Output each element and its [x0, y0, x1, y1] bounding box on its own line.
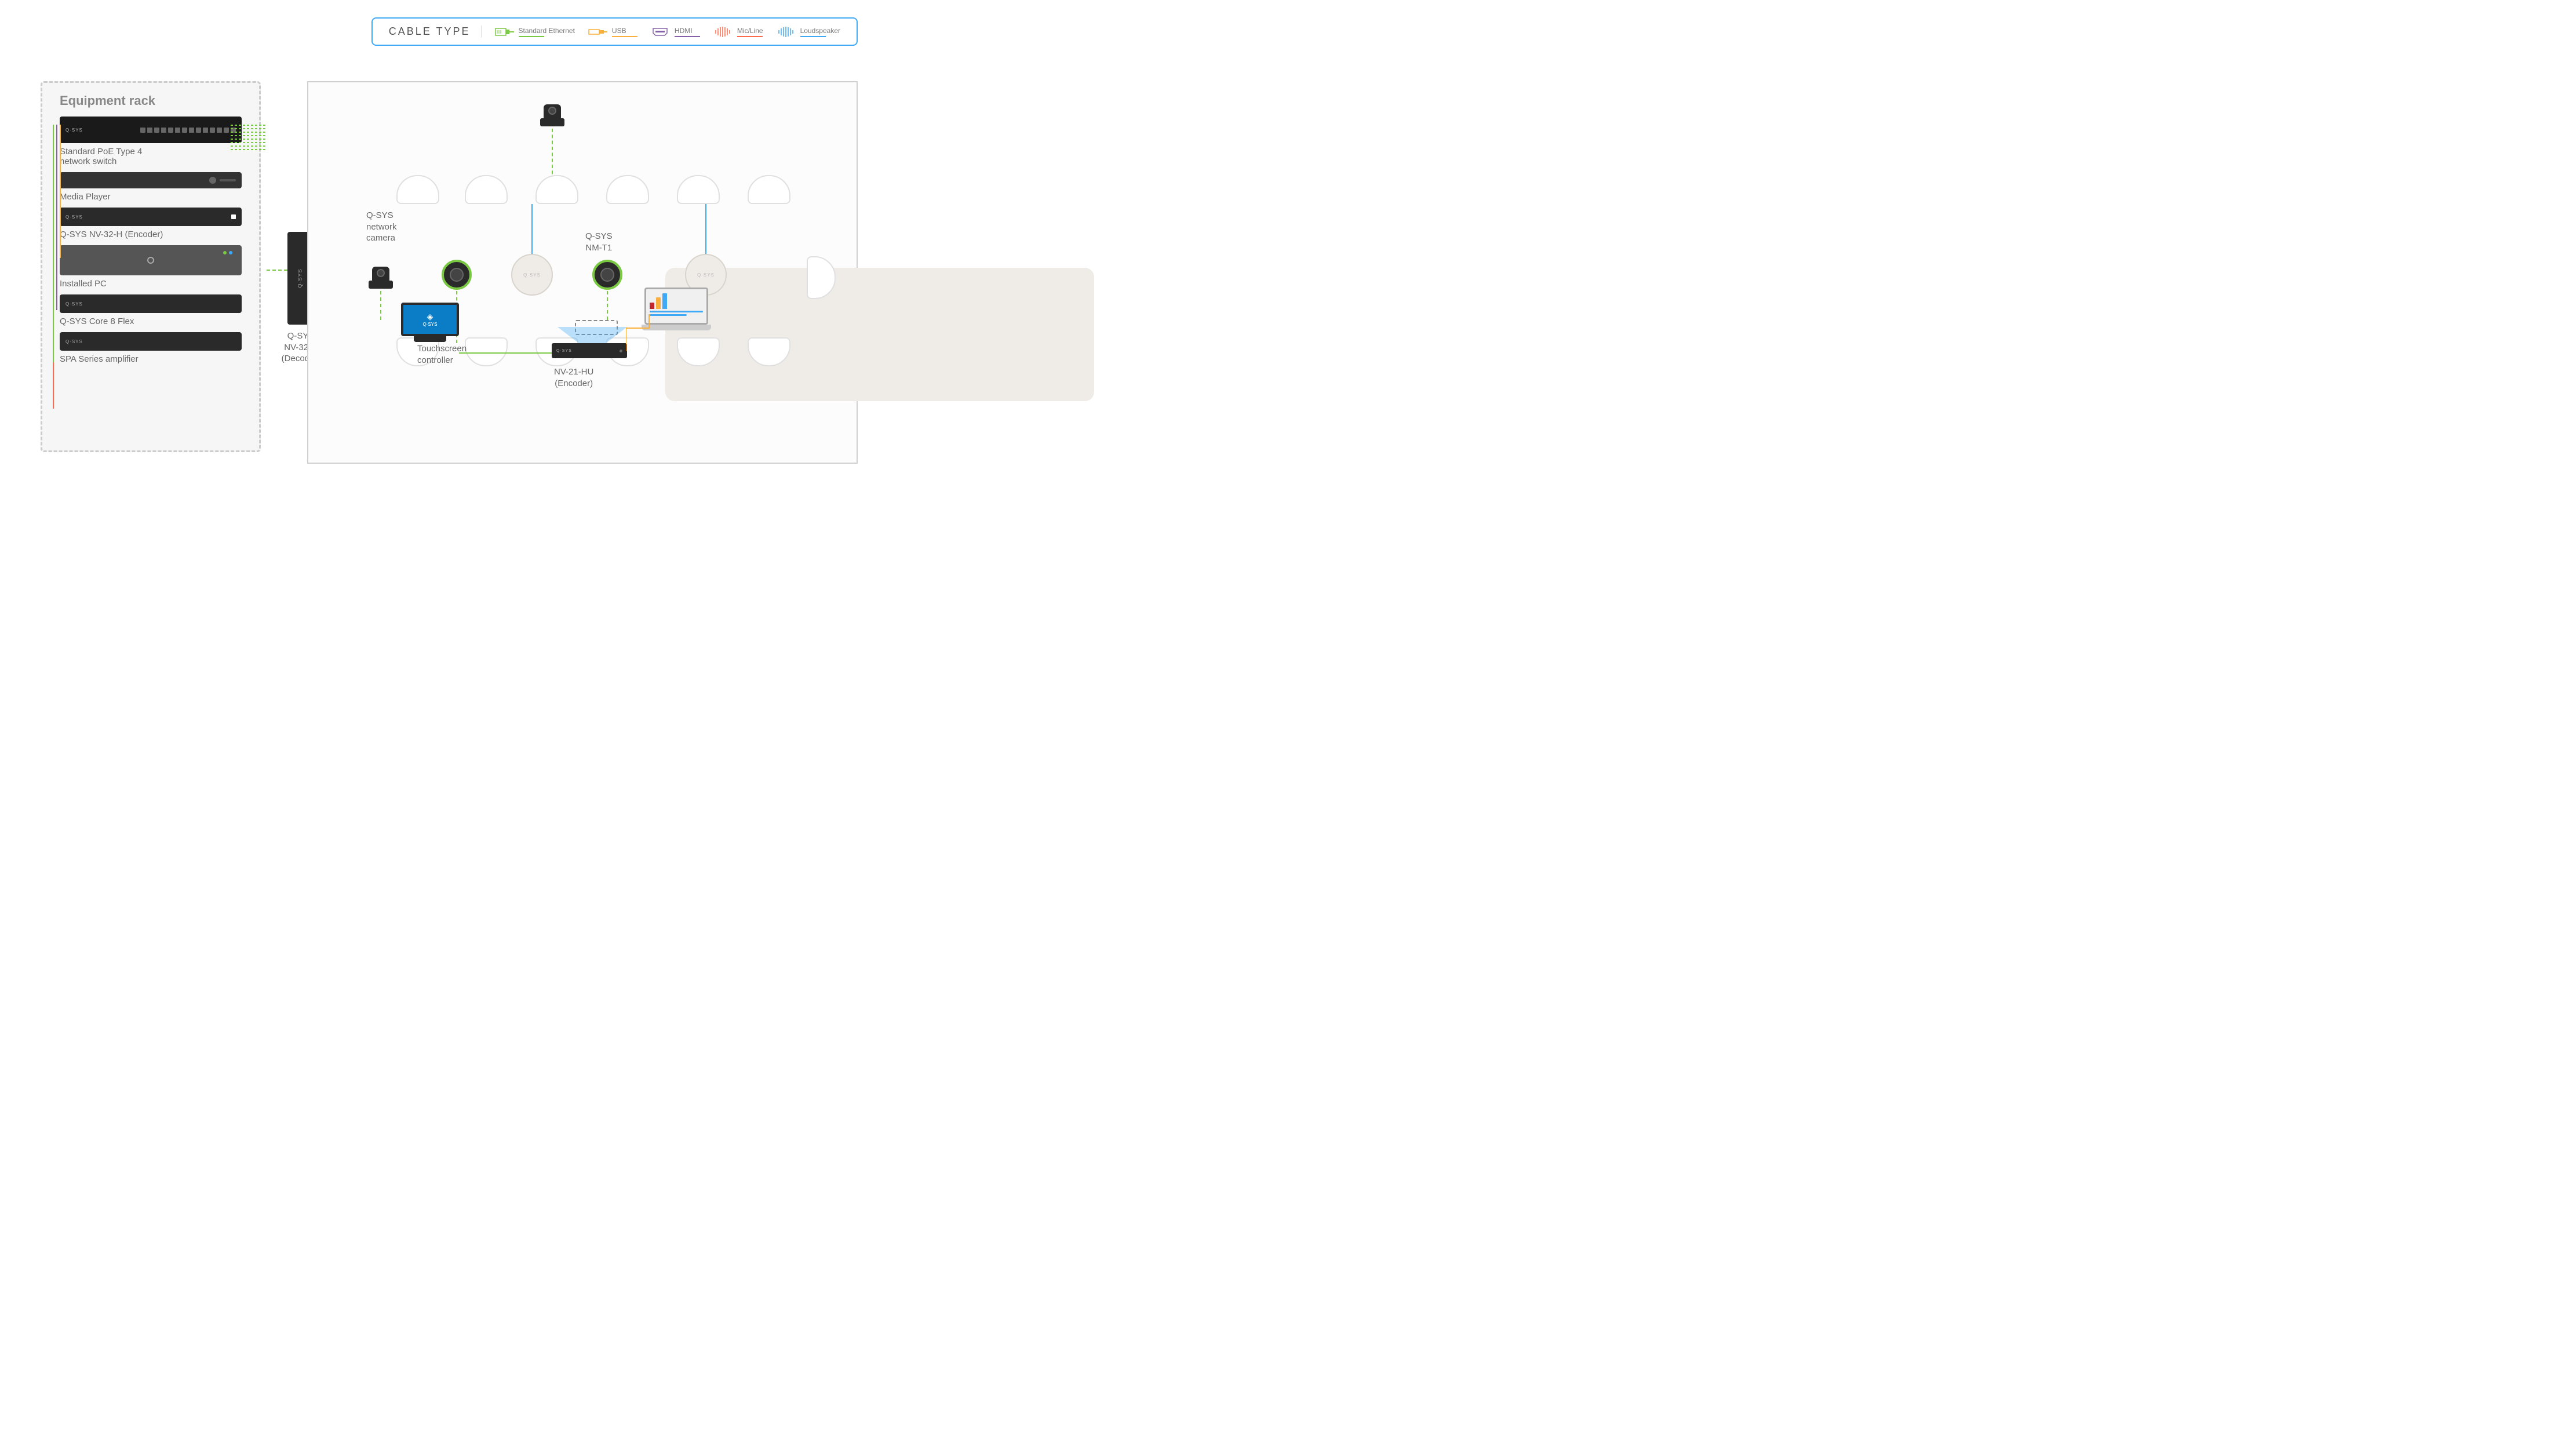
legend-ethernet: Standard Ethernet	[494, 26, 575, 38]
media-player-device	[60, 172, 242, 188]
loudspeaker-cable	[531, 204, 533, 254]
legend-label: Standard Ethernet	[519, 27, 575, 35]
mic-label: Q-SYS NM-T1	[585, 231, 613, 253]
power-button-icon	[147, 257, 154, 264]
chair-icon	[396, 175, 439, 216]
device-label: Q-SYS Core 8 Flex	[60, 316, 242, 326]
brand-label: Q·SYS	[65, 214, 83, 220]
legend-swatch	[800, 36, 826, 37]
chair-icon	[465, 337, 508, 378]
conference-table	[665, 268, 1094, 401]
button-icon	[209, 177, 216, 184]
pc-ports-icon	[223, 251, 232, 254]
usb-cable	[626, 314, 661, 355]
chair-icon	[535, 175, 578, 216]
core-8-flex-device: Q·SYS	[60, 294, 242, 313]
room-panel: Q-SYS network camera Q·SYS Q·SYS Q-SYS N…	[307, 81, 858, 464]
brand-label: Q·SYS	[297, 268, 303, 288]
loudspeaker-icon: Q·SYS	[511, 254, 553, 296]
legend-mic-line: Mic/Line	[713, 26, 763, 38]
legend-loudspeaker: Loudspeaker	[776, 26, 840, 38]
led-icon	[620, 350, 622, 352]
device-label: Q-SYS NV-32-H (Encoder)	[60, 230, 242, 239]
chair-icon	[748, 175, 790, 216]
touchscreen-controller-icon: ◈Q·SYS	[401, 303, 459, 340]
device-label: Media Player	[60, 192, 242, 202]
chair-icon	[677, 175, 720, 216]
waveform-icon	[776, 26, 796, 38]
ethernet-cable-bundle	[231, 122, 271, 157]
chair-icon	[677, 337, 720, 378]
network-switch-device: Q·SYS	[60, 117, 242, 143]
ethernet-cable	[459, 352, 552, 354]
brand-label: Q·SYS	[65, 301, 83, 307]
brand-label: Q·SYS	[65, 128, 83, 133]
legend-label: HDMI	[675, 27, 700, 35]
table-microphone-icon	[592, 260, 622, 290]
rack-title: Equipment rack	[60, 93, 242, 108]
chair-icon	[465, 175, 508, 216]
legend-swatch	[612, 36, 637, 37]
device-label: Installed PC	[60, 279, 242, 289]
loudspeaker-cable	[705, 204, 706, 254]
legend-hdmi: HDMI	[650, 26, 700, 38]
ethernet-cable	[267, 270, 287, 271]
cable-type-legend: CABLE TYPE Standard Ethernet USB HDMI Mi…	[371, 17, 858, 46]
device-label: SPA Series amplifier	[60, 354, 242, 364]
ethernet-connector-icon	[494, 26, 514, 38]
legend-title: CABLE TYPE	[389, 26, 482, 38]
table-microphone-icon	[442, 260, 472, 290]
hdmi-connector-icon	[650, 26, 670, 38]
network-camera-icon	[540, 103, 564, 126]
nv21hu-encoder-device: Q·SYS	[552, 343, 627, 358]
legend-label: USB	[612, 27, 637, 35]
chair-icon	[807, 256, 836, 299]
legend-swatch	[737, 36, 763, 37]
usb-connector-icon	[588, 26, 607, 38]
camera-label: Q-SYS network camera	[366, 210, 397, 244]
chair-icon	[748, 337, 790, 378]
nv32h-encoder-device: Q·SYS	[60, 208, 242, 226]
table-encoder-label: NV-21-HU (Encoder)	[554, 366, 593, 389]
switch-ports-icon	[140, 128, 236, 133]
ethernet-cable	[380, 291, 381, 320]
device-label: Standard PoE Type 4 network switch	[60, 147, 242, 166]
touchscreen-label: Touchscreen controller	[417, 343, 467, 366]
rack-internal-cables	[51, 125, 63, 426]
brand-label: Q·SYS	[65, 339, 83, 344]
equipment-rack-panel: Equipment rack Q·SYS Standard PoE Type 4…	[41, 81, 261, 452]
waveform-icon	[713, 26, 733, 38]
legend-label: Mic/Line	[737, 27, 763, 35]
legend-swatch	[675, 36, 700, 37]
legend-usb: USB	[588, 26, 637, 38]
legend-swatch	[519, 36, 544, 37]
legend-label: Loudspeaker	[800, 27, 840, 35]
ethernet-cable	[607, 291, 608, 320]
installed-pc-device	[60, 245, 242, 275]
spa-amplifier-device: Q·SYS	[60, 332, 242, 351]
slot-icon	[220, 179, 236, 181]
led-icon	[231, 214, 236, 219]
network-camera-icon	[369, 265, 393, 289]
chair-icon	[606, 175, 649, 216]
